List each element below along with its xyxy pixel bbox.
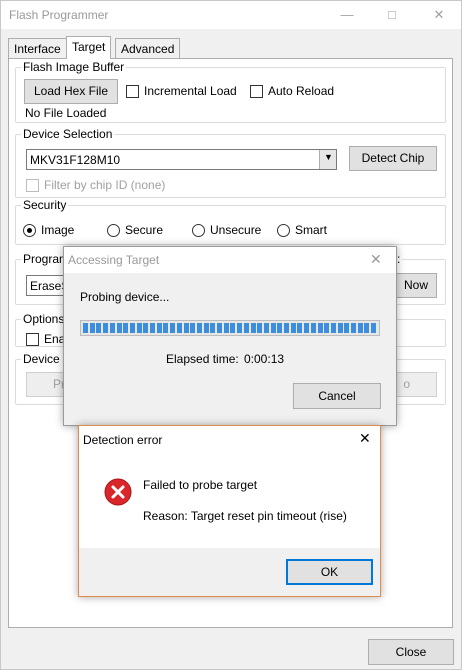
progress-segment <box>304 323 310 333</box>
accessing-target-title: Accessing Target <box>68 253 160 267</box>
device-dropdown-value: MKV31F128M10 <box>30 153 121 167</box>
progress-segment <box>290 323 296 333</box>
progress-segment <box>270 323 276 333</box>
progress-segment <box>357 323 363 333</box>
progress-segment <box>163 323 169 333</box>
close-button[interactable]: Close <box>368 639 454 665</box>
progress-segment <box>351 323 356 333</box>
cancel-button[interactable]: Cancel <box>293 383 381 409</box>
chevron-down-icon: ▼ <box>324 152 333 162</box>
window-title: Flash Programmer <box>9 8 109 22</box>
tab-target-label: Target <box>72 40 106 54</box>
incremental-load-label: Incremental Load <box>144 84 237 98</box>
progress-segment <box>210 323 216 333</box>
progress-segment <box>103 323 109 333</box>
progress-bar <box>80 320 380 336</box>
options-enable-checkbox[interactable] <box>26 333 39 346</box>
progress-segment <box>150 323 155 333</box>
detection-error-dialog: Detection error ✕ Failed to probe target… <box>78 425 381 597</box>
filter-by-chip-id-checkbox[interactable] <box>26 179 39 192</box>
dropdown-arrow-button[interactable]: ▼ <box>319 150 336 169</box>
progress-segment <box>89 323 95 333</box>
progress-segment <box>371 323 377 333</box>
progress-segment <box>203 323 209 333</box>
progress-segment <box>284 323 289 333</box>
flash-image-buffer-label: Flash Image Buffer <box>21 60 127 74</box>
detection-error-close-icon[interactable]: ✕ <box>359 430 371 447</box>
radio-secure-label: Secure <box>125 223 164 237</box>
progress-segment <box>277 323 283 333</box>
auto-reload-checkbox[interactable] <box>250 85 263 98</box>
progress-segment <box>297 323 303 333</box>
progress-segment <box>223 323 229 333</box>
error-reason: Reason: Target reset pin timeout (rise) <box>143 509 347 523</box>
progress-segment <box>116 323 122 333</box>
progress-segment <box>96 323 102 333</box>
progress-segment <box>83 323 88 333</box>
progress-segment <box>237 323 243 333</box>
progress-segment <box>143 323 149 333</box>
progress-segment <box>190 323 196 333</box>
progress-segment <box>129 323 135 333</box>
radio-secure[interactable] <box>107 224 120 237</box>
radio-selected-dot <box>27 228 32 233</box>
progress-segment <box>109 323 115 333</box>
detect-chip-button[interactable]: Detect Chip <box>349 146 437 171</box>
progress-segment <box>243 323 249 333</box>
device-selection-label: Device Selection <box>21 127 115 141</box>
progress-segment <box>123 323 129 333</box>
title-bar: Flash Programmer — □ ✕ <box>1 1 461 29</box>
radio-unsecure-label: Unsecure <box>210 223 262 237</box>
elapsed-time-label: Elapsed time: <box>166 352 239 366</box>
progress-segment <box>317 323 323 333</box>
auto-reload-label: Auto Reload <box>268 84 335 98</box>
progress-segment <box>337 323 343 333</box>
progress-segment <box>170 323 176 333</box>
file-status-text: No File Loaded <box>25 106 107 120</box>
progress-segment <box>176 323 182 333</box>
progress-segment <box>364 323 370 333</box>
load-hex-file-button[interactable]: Load Hex File <box>24 79 118 104</box>
accessing-target-title-bar: Accessing Target ✕ <box>64 247 396 273</box>
ok-button[interactable]: OK <box>286 559 373 585</box>
minimize-button[interactable]: — <box>334 4 360 26</box>
progress-segment <box>310 323 316 333</box>
progress-segment <box>196 323 202 333</box>
progress-segment <box>324 323 330 333</box>
maximize-button[interactable]: □ <box>379 4 405 26</box>
error-icon <box>104 478 132 506</box>
tab-advanced[interactable]: Advanced <box>115 38 181 58</box>
progress-segment <box>136 323 142 333</box>
progress-segment <box>217 323 222 333</box>
progress-segment <box>330 323 336 333</box>
radio-image[interactable] <box>23 224 36 237</box>
tab-interface[interactable]: Interface <box>8 38 67 58</box>
detection-error-title: Detection error <box>83 433 163 447</box>
accessing-target-dialog: Accessing Target ✕ Probing device... Ela… <box>63 246 397 426</box>
progress-segment <box>156 323 162 333</box>
radio-image-label: Image <box>41 223 75 237</box>
device-dropdown[interactable]: MKV31F128M10 ▼ <box>26 149 337 170</box>
tab-interface-label: Interface <box>14 42 61 56</box>
radio-smart[interactable] <box>277 224 290 237</box>
incremental-load-checkbox[interactable] <box>126 85 139 98</box>
radio-unsecure[interactable] <box>192 224 205 237</box>
radio-smart-label: Smart <box>295 223 328 237</box>
progress-segment <box>183 323 189 333</box>
error-message: Failed to probe target <box>143 478 258 492</box>
close-window-button[interactable]: ✕ <box>426 4 452 26</box>
options-label: Options <box>21 312 67 326</box>
security-label: Security <box>21 198 69 212</box>
progress-segment <box>230 323 236 333</box>
progress-segment <box>263 323 269 333</box>
progress-segment <box>344 323 350 333</box>
tab-target[interactable]: Target <box>66 36 112 59</box>
filter-by-chip-id-label: Filter by chip ID (none) <box>44 178 166 192</box>
probing-message: Probing device... <box>80 290 170 304</box>
progress-segment <box>257 323 263 333</box>
tab-advanced-label: Advanced <box>121 42 175 56</box>
progress-segment <box>250 323 256 333</box>
elapsed-time-value: 0:00:13 <box>244 352 285 366</box>
accessing-target-close-icon[interactable]: ✕ <box>370 251 382 268</box>
